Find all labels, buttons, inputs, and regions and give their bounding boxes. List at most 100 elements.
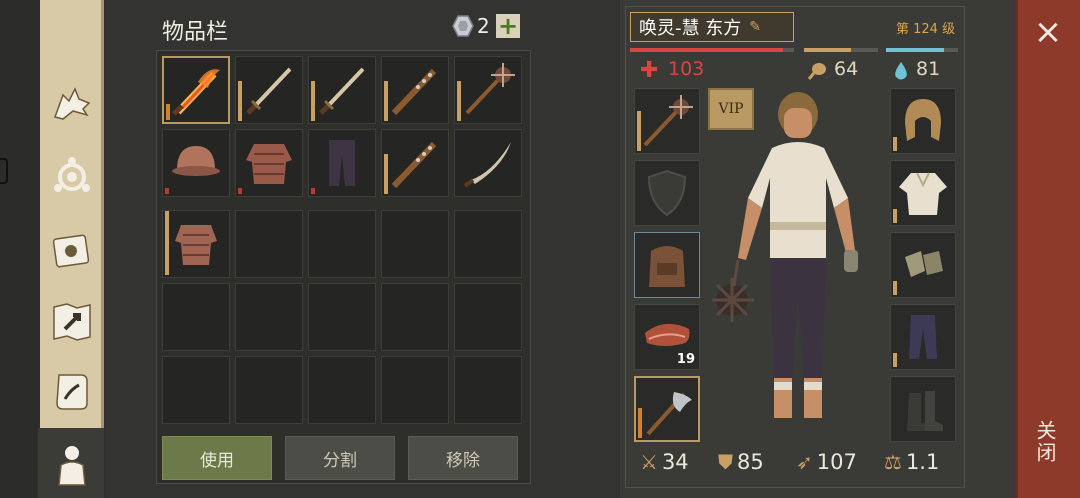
chainmail-icon (175, 225, 217, 265)
leggings-icon (329, 140, 355, 186)
inventory-slot[interactable] (308, 283, 376, 351)
inventory-slot[interactable] (235, 56, 303, 124)
inventory-slot[interactable] (235, 210, 303, 278)
inventory-slot[interactable] (162, 283, 230, 351)
attack-stat: ⚔ 34 (640, 450, 689, 474)
weapon-slot[interactable] (634, 88, 700, 154)
inventory-slot[interactable] (308, 210, 376, 278)
spiked-club-icon (391, 141, 437, 189)
head-slot[interactable] (890, 88, 956, 154)
inventory-slot[interactable] (308, 356, 376, 424)
gem-icon (452, 15, 474, 41)
speed-icon: ➶ (796, 450, 813, 474)
health-value: 103 (668, 58, 705, 80)
pants-icon (909, 315, 937, 359)
feet-slot[interactable] (890, 376, 956, 442)
inventory-slot[interactable] (162, 129, 230, 197)
backpack-slot[interactable] (634, 232, 700, 298)
helmet-icon (172, 146, 220, 176)
chainmail-icon (246, 144, 292, 184)
inventory-slot[interactable] (235, 129, 303, 197)
battle-axe-icon (646, 392, 692, 436)
inventory-slot[interactable] (308, 129, 376, 197)
backpack-grid (162, 210, 522, 424)
hands-slot[interactable] (890, 232, 956, 298)
backpack-icon (649, 246, 685, 287)
inventory-slot[interactable] (454, 283, 522, 351)
shield-icon (647, 169, 687, 217)
meat-slot[interactable]: 19 (634, 304, 700, 370)
torso-slot[interactable] (890, 160, 956, 226)
attack-value: 34 (661, 450, 689, 474)
scimitar-icon (463, 142, 511, 188)
weight-stat: ⚖ 1.1 (884, 450, 939, 474)
inventory-slot[interactable] (381, 129, 449, 197)
inventory-slot[interactable] (454, 56, 522, 124)
attack-icon: ⚔ (640, 450, 658, 474)
shield-slot[interactable] (634, 160, 700, 226)
inventory-slot[interactable] (381, 210, 449, 278)
inventory-slot[interactable] (454, 129, 522, 197)
inventory-slot[interactable] (235, 356, 303, 424)
inventory-slot[interactable] (381, 283, 449, 351)
map-icon[interactable] (40, 290, 104, 354)
food-icon (806, 60, 828, 86)
scroll-icon[interactable] (40, 360, 104, 424)
hood-icon (905, 99, 941, 141)
inventory-slot[interactable] (235, 283, 303, 351)
character-model (710, 88, 882, 444)
sword-icon (246, 67, 292, 115)
add-gem-button[interactable]: + (496, 14, 520, 38)
defense-icon: ⛊ (718, 450, 733, 474)
mace-icon (643, 95, 693, 147)
inventory-slot[interactable] (308, 56, 376, 124)
food-value: 64 (834, 58, 859, 80)
food-bar (804, 48, 878, 52)
wolf-icon[interactable] (40, 72, 104, 136)
character-level: 第 124 级 (896, 22, 956, 37)
character-icon[interactable] (40, 432, 104, 496)
hotbar-grid (162, 56, 522, 197)
water-bar (886, 48, 958, 52)
close-icon[interactable]: × (1030, 14, 1066, 50)
inventory-slot[interactable] (162, 56, 230, 124)
inventory-slot[interactable] (454, 210, 522, 278)
water-icon (892, 60, 910, 86)
inventory-slot[interactable] (381, 56, 449, 124)
defense-stat: ⛊ 85 (718, 450, 764, 474)
weight-icon: ⚖ (884, 450, 902, 474)
inventory-slot[interactable] (162, 210, 230, 278)
gloves-icon (905, 251, 943, 277)
health-bar (630, 48, 794, 52)
inventory-slot[interactable] (381, 356, 449, 424)
boots-icon (907, 391, 943, 431)
clan-icon[interactable] (40, 145, 104, 209)
character-name: 唤灵-慧 东方 (639, 18, 742, 39)
gem-count: 2 (477, 14, 490, 38)
defense-value: 85 (737, 450, 764, 474)
spiked-club-icon (391, 68, 437, 116)
axe-slot[interactable] (634, 376, 700, 442)
legs-slot[interactable] (890, 304, 956, 370)
mace-icon (465, 63, 515, 115)
edit-name-icon: ✎ (749, 19, 761, 35)
close-label[interactable]: 关闭 (1033, 420, 1060, 464)
edge-handle (0, 158, 8, 184)
split-button[interactable]: 分割 (285, 436, 395, 480)
flaming-sword-icon (172, 69, 220, 116)
remove-button[interactable]: 移除 (408, 436, 518, 480)
shirt-icon (899, 172, 947, 215)
inventory-title: 物品栏 (162, 20, 229, 45)
inventory-slot[interactable] (454, 356, 522, 424)
health-icon: ✚ (640, 58, 659, 83)
character-name-box[interactable]: 唤灵-慧 东方 ✎ (630, 12, 794, 42)
speed-stat: ➶ 107 (796, 450, 857, 474)
journal-icon[interactable] (40, 218, 104, 282)
speed-value: 107 (816, 450, 857, 474)
sword-icon (319, 67, 365, 115)
use-button[interactable]: 使用 (162, 436, 272, 480)
weight-value: 1.1 (905, 450, 940, 474)
water-value: 81 (916, 58, 941, 80)
inventory-slot[interactable] (162, 356, 230, 424)
item-count: 19 (676, 352, 695, 367)
